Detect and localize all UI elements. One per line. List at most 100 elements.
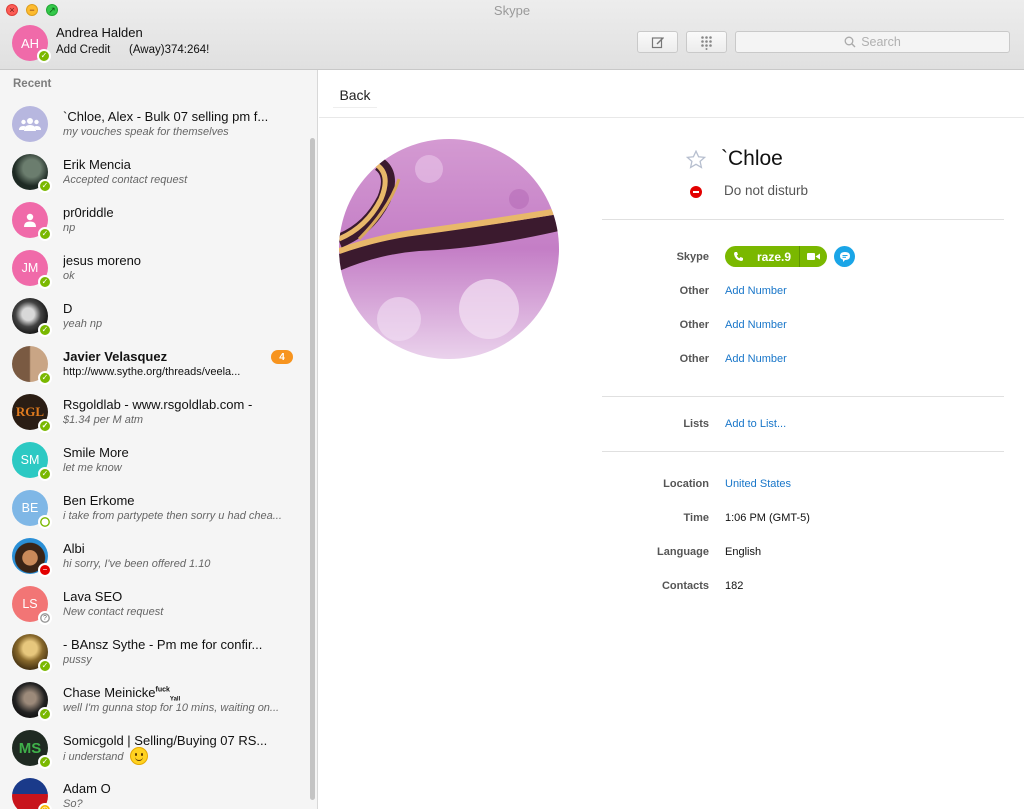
phone-label-other: Other: [679, 319, 709, 331]
avatar: ✓: [12, 634, 52, 673]
time-value: 1:06 PM (GMT-5): [725, 512, 810, 524]
conversation-item[interactable]: ✓ Javier Velasquez http://www.sythe.org/…: [0, 342, 300, 390]
person-icon: [24, 213, 36, 227]
conversation-name: Rsgoldlab - www.rsgoldlab.com -: [63, 397, 253, 412]
contact-name: `Chloe: [721, 147, 783, 170]
dial-pad-button[interactable]: [686, 31, 727, 53]
send-message-button[interactable]: [834, 246, 855, 267]
conversation-item[interactable]: `Chloe, Alex - Bulk 07 selling pm f... m…: [0, 102, 300, 150]
avatar-initials: SM: [20, 453, 40, 467]
conversation-name: pr0riddle: [63, 205, 114, 220]
conversation-item[interactable]: SM ✓ Smile More let me know: [0, 438, 300, 486]
avatar: ✓: [12, 346, 52, 385]
contact-name: Chase Meinicke: [63, 685, 156, 700]
profile-photo-image: [339, 139, 559, 359]
conversation-item[interactable]: ✓ Erik Mencia Accepted contact request: [0, 150, 300, 198]
add-number-link[interactable]: Add Number: [725, 285, 787, 297]
location-label: Location: [663, 478, 709, 490]
offline-status-icon: [38, 515, 52, 529]
conversation-last-message: yeah np: [63, 318, 103, 330]
phone-label-other: Other: [679, 353, 709, 365]
search-icon: [844, 36, 856, 48]
recent-conversations-sidebar: Recent `Chloe, Alex - Bulk 07 selling pm…: [0, 70, 318, 809]
avatar: ✓: [12, 202, 52, 241]
sidebar-scrollbar[interactable]: [310, 138, 315, 800]
online-status-icon: ✓: [38, 179, 52, 193]
my-display-name[interactable]: Andrea Halden: [56, 25, 143, 40]
conversation-item[interactable]: − Albi hi sorry, I've been offered 1.10: [0, 534, 300, 582]
conversation-name: - BAnsz Sythe - Pm me for confir...: [63, 637, 263, 652]
section-divider: [602, 219, 1004, 220]
conversation-item[interactable]: ✓ pr0riddle np: [0, 198, 300, 246]
conversation-last-message: well I'm gunna stop for 10 mins, waiting…: [63, 702, 280, 714]
phone-label-other: Other: [679, 285, 709, 297]
conversation-item[interactable]: LS ? Lava SEO New contact request: [0, 582, 300, 630]
favorite-star-icon[interactable]: [686, 150, 706, 169]
conversation-item[interactable]: ◷ Adam O So?: [0, 774, 300, 809]
conversation-name: `Chloe, Alex - Bulk 07 selling pm f...: [63, 109, 269, 124]
online-status-icon: ✓: [38, 659, 52, 673]
conversation-last-message: pussy: [63, 654, 92, 666]
avatar-logo-text: MS: [18, 739, 42, 757]
name-superscript: fuck: [155, 686, 170, 694]
avatar-initials: LS: [22, 597, 38, 611]
avatar: JM ✓: [12, 250, 52, 289]
avatar: SM ✓: [12, 442, 52, 481]
online-status-icon: ✓: [38, 227, 52, 241]
add-to-list-link[interactable]: Add to List...: [725, 418, 786, 430]
lists-label: Lists: [683, 418, 709, 430]
conversation-item[interactable]: JM ✓ jesus moreno ok: [0, 246, 300, 294]
online-status-icon: ✓: [38, 755, 52, 769]
conversation-item[interactable]: ✓ D yeah np: [0, 294, 300, 342]
avatar: LS ?: [12, 586, 52, 625]
search-input[interactable]: Search: [735, 31, 1010, 53]
conversation-item[interactable]: ✓ Chase MeinickefuckYall well I'm gunna …: [0, 678, 300, 726]
location-value[interactable]: United States: [725, 478, 791, 490]
conversation-name: Javier Velasquez: [63, 349, 168, 364]
my-avatar[interactable]: AH ✓: [12, 25, 51, 63]
conversation-item[interactable]: BE Ben Erkome i take from partypete then…: [0, 486, 300, 534]
avatar: −: [12, 538, 52, 577]
conversation-last-message: Accepted contact request: [63, 174, 188, 186]
add-number-link[interactable]: Add Number: [725, 319, 787, 331]
avatar-initials: JM: [21, 261, 39, 275]
conversation-name: jesus moreno: [63, 253, 142, 268]
do-not-disturb-status-icon: −: [38, 563, 52, 577]
language-value: English: [725, 546, 762, 558]
add-number-link[interactable]: Add Number: [725, 353, 787, 365]
contact-status: Do not disturb: [724, 183, 809, 198]
section-divider: [602, 451, 1004, 452]
conversation-item[interactable]: RGL ✓ Rsgoldlab - www.rsgoldlab.com - $1…: [0, 390, 300, 438]
chat-bubble-icon: [839, 251, 850, 262]
avatar: MS ✓: [12, 730, 52, 769]
my-mood-message[interactable]: (Away)374:264!: [129, 44, 209, 56]
online-status-icon: ✓: [38, 419, 52, 433]
my-initials: AH: [20, 35, 40, 51]
conversation-last-message: let me know: [63, 462, 122, 474]
conversation-last-message: np: [63, 222, 76, 234]
avatar: BE: [12, 490, 52, 529]
conversation-last-message: So?: [63, 798, 83, 809]
conversation-name: Adam O: [63, 781, 111, 796]
dialpad-icon: [701, 35, 712, 50]
avatar: ✓: [12, 154, 52, 193]
avatar-initials: BE: [21, 501, 39, 515]
conversation-last-message: http://www.sythe.org/threads/veela...: [63, 366, 241, 378]
away-status-icon: ◷: [38, 803, 52, 809]
conversation-item[interactable]: MS ✓ Somicgold | Selling/Buying 07 RS...…: [0, 726, 300, 774]
add-credit-link[interactable]: Add Credit: [56, 44, 110, 56]
back-button[interactable]: Back: [333, 82, 377, 108]
avatar: ✓: [12, 298, 52, 337]
skype-call-button[interactable]: raze.9: [725, 246, 827, 267]
phone-icon: [725, 251, 751, 262]
conversation-last-message: my vouches speak for themselves: [63, 126, 229, 138]
conversation-last-message: $1.34 per M atm: [63, 414, 144, 426]
new-conversation-button[interactable]: [637, 31, 678, 53]
online-status-icon: ✓: [37, 49, 51, 63]
video-call-icon[interactable]: [799, 246, 827, 267]
search-placeholder: Search: [861, 35, 901, 49]
do-not-disturb-status-icon: [690, 186, 702, 198]
conversation-item[interactable]: ✓ - BAnsz Sythe - Pm me for confir... pu…: [0, 630, 300, 678]
conversation-name: Erik Mencia: [63, 157, 131, 172]
avatar-logo-text: RGL: [15, 404, 45, 419]
